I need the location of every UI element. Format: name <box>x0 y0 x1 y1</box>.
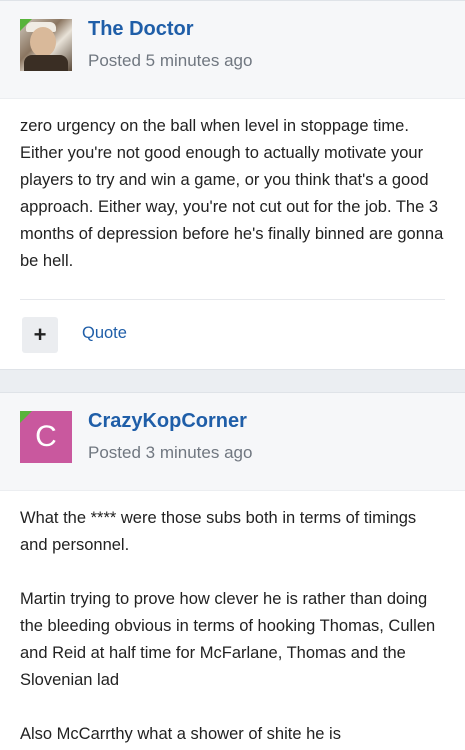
author-name[interactable]: CrazyKopCorner <box>88 410 247 433</box>
reaction-plus-button[interactable]: + <box>22 317 58 353</box>
online-indicator-icon <box>20 411 32 423</box>
post-paragraph: Also McCarrthy what a shower of shite he… <box>20 725 341 743</box>
post-content: What the **** were those subs both in te… <box>0 491 465 748</box>
post-footer: + Quote <box>0 300 465 369</box>
quote-button[interactable]: Quote <box>82 324 127 343</box>
post-header: The Doctor Posted 5 minutes ago <box>0 1 465 99</box>
post-paragraph: Martin trying to prove how clever he is … <box>20 590 436 689</box>
post-the-doctor: The Doctor Posted 5 minutes ago zero urg… <box>0 0 465 370</box>
post-paragraph: zero urgency on the ball when level in s… <box>20 117 444 270</box>
avatar[interactable]: C <box>20 411 72 463</box>
post-timestamp: Posted 3 minutes ago <box>88 443 253 462</box>
author-name[interactable]: The Doctor <box>88 18 194 41</box>
online-indicator-icon <box>20 19 32 31</box>
post-content: zero urgency on the ball when level in s… <box>0 99 465 275</box>
post-header: C CrazyKopCorner Posted 3 minutes ago <box>0 393 465 491</box>
post-crazykopcorner: C CrazyKopCorner Posted 3 minutes ago Wh… <box>0 392 465 750</box>
post-timestamp: Posted 5 minutes ago <box>88 51 253 70</box>
post-paragraph: What the **** were those subs both in te… <box>20 509 417 554</box>
avatar[interactable] <box>20 19 72 71</box>
